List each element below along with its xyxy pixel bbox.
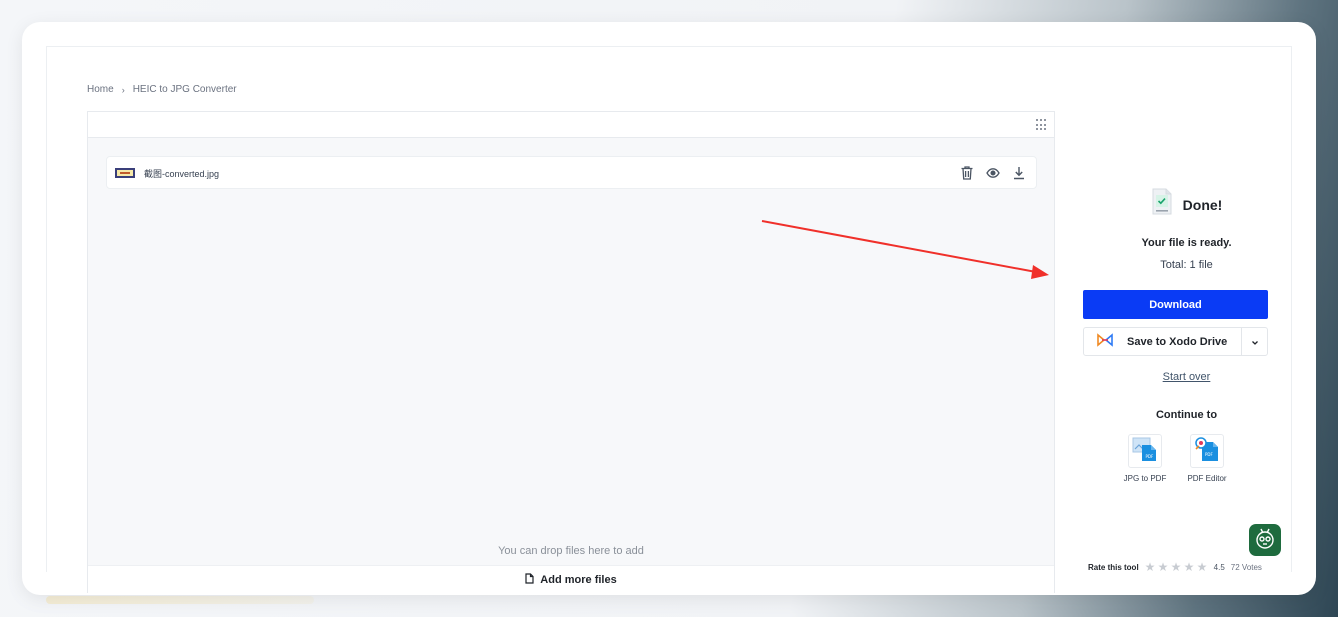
- main-card: Home › HEIC to JPG Converter 截图-converte…: [22, 22, 1316, 595]
- save-to-xodo-drive-label: Save to Xodo Drive: [1127, 335, 1228, 348]
- robot-icon: [1253, 526, 1277, 555]
- save-to-xodo-drive-group: Save to Xodo Drive: [1083, 327, 1268, 356]
- star-icon[interactable]: ★: [1171, 561, 1182, 573]
- tool-box-pdf-editor: PDF: [1190, 434, 1224, 468]
- file-actions: [960, 165, 1026, 181]
- file-name: 截图-converted.jpg: [144, 169, 220, 179]
- svg-text:PDF: PDF: [1146, 454, 1154, 459]
- breadcrumb-current[interactable]: HEIC to JPG Converter: [133, 84, 237, 95]
- rating-votes: 72 Votes: [1230, 563, 1262, 572]
- svg-text:PDF: PDF: [1205, 452, 1213, 457]
- file-thumbnail: [115, 168, 135, 178]
- add-more-files-label: Add more files: [540, 573, 617, 586]
- tool-box-jpg-to-pdf: PDF: [1128, 434, 1162, 468]
- trash-icon[interactable]: [960, 165, 974, 181]
- continue-to-heading: Continue to: [1155, 409, 1218, 421]
- file-panel: 截图-converted.jpg You can drop files here…: [87, 111, 1055, 593]
- pdf-editor-icon: PDF: [1194, 436, 1220, 467]
- converter-frame: Home › HEIC to JPG Converter 截图-converte…: [46, 46, 1292, 593]
- drop-hint: You can drop files here to add: [498, 545, 644, 557]
- breadcrumb: Home › HEIC to JPG Converter: [87, 84, 237, 95]
- breadcrumb-home[interactable]: Home: [87, 84, 114, 95]
- chat-bot-button[interactable]: [1249, 524, 1281, 556]
- tool-label: JPG to PDF: [1123, 474, 1167, 483]
- file-row: 截图-converted.jpg: [106, 156, 1037, 189]
- done-title: Done!: [1182, 196, 1223, 213]
- rating-stars: ★ ★ ★ ★ ★: [1145, 561, 1208, 573]
- total-files-text: Total: 1 file: [1160, 259, 1213, 271]
- tool-label: PDF Editor: [1187, 474, 1227, 483]
- chevron-down-icon: [1251, 333, 1259, 351]
- eye-icon[interactable]: [986, 165, 1000, 181]
- download-icon[interactable]: [1012, 165, 1026, 181]
- save-options-dropdown[interactable]: [1241, 328, 1267, 355]
- jpg-to-pdf-icon: PDF: [1132, 436, 1158, 467]
- breadcrumb-separator: ›: [121, 84, 125, 95]
- rate-this-tool-label: Rate this tool: [1088, 563, 1139, 572]
- file-check-icon: [1151, 188, 1173, 221]
- continue-tools: PDF JPG to PDF PDF PDF Editor: [1122, 434, 1230, 483]
- grid-view-icon[interactable]: [1036, 119, 1048, 131]
- rating-bar: Rate this tool ★ ★ ★ ★ ★ 4.5 72 Votes: [1088, 561, 1262, 573]
- rating-score: 4.5: [1213, 563, 1225, 572]
- star-icon[interactable]: ★: [1158, 561, 1169, 573]
- save-to-xodo-drive-button[interactable]: Save to Xodo Drive: [1084, 328, 1241, 355]
- start-over-link[interactable]: Start over: [1056, 371, 1317, 383]
- file-panel-toolbar: [88, 112, 1054, 138]
- result-sidebar: Done! Your file is ready. Total: 1 file …: [1056, 111, 1317, 593]
- tool-pdf-editor[interactable]: PDF PDF Editor: [1184, 434, 1230, 483]
- star-icon[interactable]: ★: [1145, 561, 1156, 573]
- download-button[interactable]: Download: [1083, 290, 1268, 319]
- file-add-icon: [525, 572, 534, 587]
- bottom-glow: [46, 596, 314, 604]
- xodo-drive-icon: [1097, 333, 1113, 350]
- add-more-files-button[interactable]: Add more files: [88, 565, 1054, 593]
- file-ready-text: Your file is ready.: [1141, 237, 1232, 249]
- tool-jpg-to-pdf[interactable]: PDF JPG to PDF: [1122, 434, 1168, 483]
- done-header: Done!: [1056, 188, 1317, 221]
- star-icon[interactable]: ★: [1184, 561, 1195, 573]
- star-icon[interactable]: ★: [1197, 561, 1208, 573]
